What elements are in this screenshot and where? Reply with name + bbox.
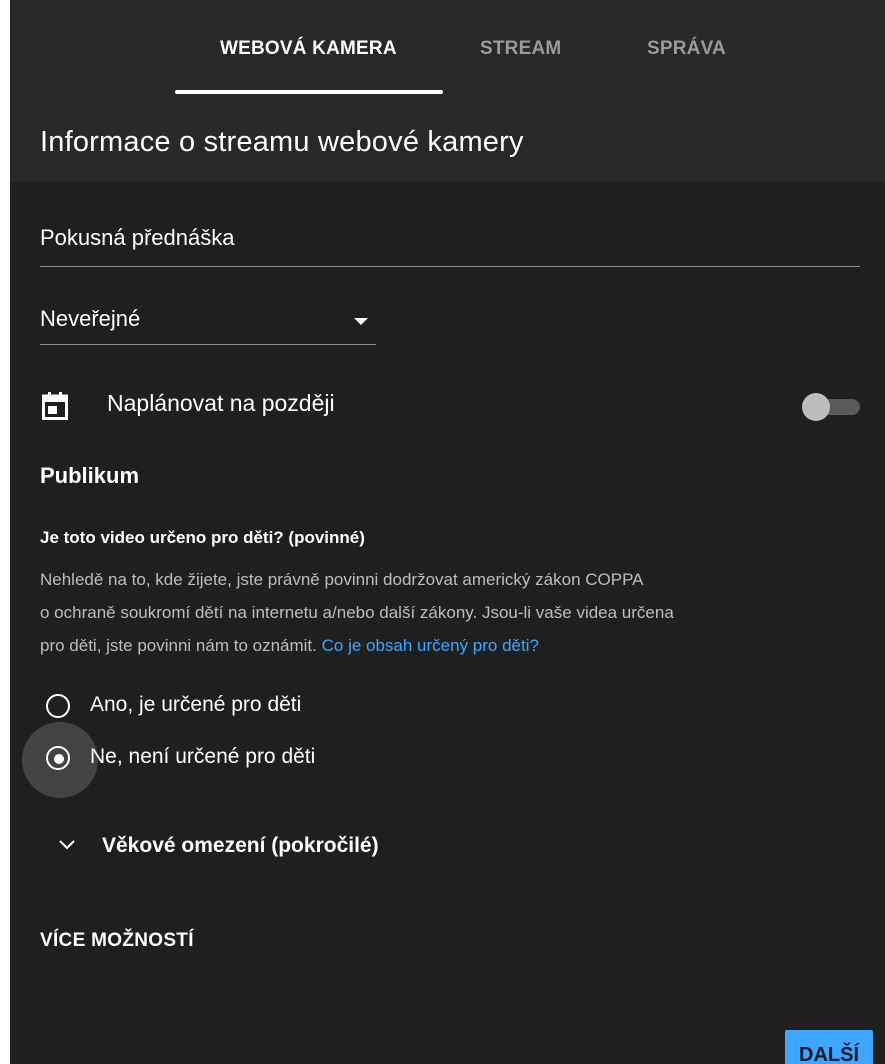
stream-title-value: Pokusná přednáška	[40, 225, 235, 250]
more-options-button[interactable]: VÍCE MOŽNOSTÍ	[40, 930, 194, 952]
schedule-toggle[interactable]	[802, 393, 862, 421]
age-restriction-label: Věkové omezení (pokročilé)	[102, 834, 379, 857]
made-for-kids-link[interactable]: Co je obsah určený pro děti?	[322, 636, 539, 655]
stream-title-input[interactable]: Pokusná přednáška	[40, 218, 860, 267]
visibility-value: Neveřejné	[40, 306, 141, 331]
audience-heading: Publikum	[40, 463, 140, 488]
visibility-dropdown[interactable]: Neveřejné	[40, 300, 376, 345]
dropdown-arrow-icon	[354, 318, 368, 325]
tab-webcam[interactable]: WEBOVÁ KAMERA	[220, 38, 397, 60]
stream-setup-dialog: WEBOVÁ KAMERA STREAM SPRÁVA Informace o …	[10, 0, 885, 1064]
page-title: Informace o streamu webové kamery	[40, 126, 524, 158]
calendar-icon	[42, 392, 68, 420]
active-tab-indicator	[175, 90, 443, 94]
radio-no-label: Ne, není určené pro děti	[90, 745, 316, 768]
radio-no-circle	[46, 746, 70, 770]
schedule-label: Naplánovat na později	[107, 390, 335, 416]
coppa-description: Nehledě na to, kde žijete, jste právně p…	[40, 563, 870, 662]
tab-stream[interactable]: STREAM	[480, 38, 561, 60]
description-line-3: pro děti, jste povinni nám to oznámit.	[40, 636, 317, 655]
chevron-down-icon	[59, 840, 75, 850]
description-line-2: o ochraně soukromí dětí na internetu a/n…	[40, 603, 674, 622]
kids-question: Je toto video určeno pro děti? (povinné)	[40, 528, 365, 547]
dialog-header: WEBOVÁ KAMERA STREAM SPRÁVA Informace o …	[10, 0, 885, 182]
tab-manage[interactable]: SPRÁVA	[647, 38, 726, 60]
next-button[interactable]: DALŠÍ	[785, 1030, 873, 1064]
radio-yes-label: Ano, je určené pro děti	[90, 693, 302, 716]
radio-yes-circle	[46, 694, 70, 718]
radio-selected-dot	[54, 754, 64, 764]
toggle-thumb	[802, 393, 830, 421]
description-line-1: Nehledě na to, kde žijete, jste právně p…	[40, 570, 644, 589]
